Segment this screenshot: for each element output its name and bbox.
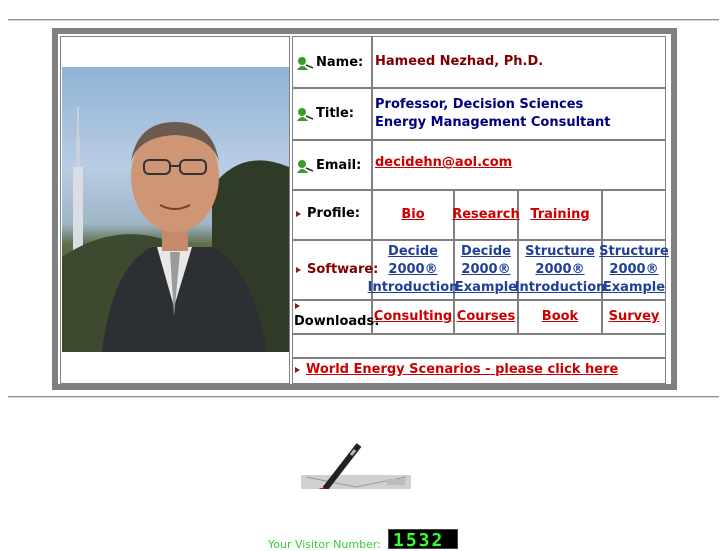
decide-example-link[interactable]: Decide 2000® Example	[454, 240, 518, 300]
visitor-counter: 1532	[388, 529, 458, 551]
red-triangle-bullet-icon	[295, 367, 300, 373]
bio-link[interactable]: Bio	[372, 190, 454, 240]
red-triangle-bullet-icon	[296, 266, 301, 273]
empty-row	[292, 334, 666, 358]
structure-example-link[interactable]: Structure 2000® Example	[599, 240, 669, 300]
profile-label: Profile:	[296, 206, 360, 221]
research-link[interactable]: Research	[452, 190, 520, 240]
portrait-illustration	[62, 107, 289, 352]
green-person-icon	[297, 107, 314, 121]
downloads-label: Downloads:	[294, 314, 380, 329]
red-triangle-bullet-icon	[296, 210, 301, 217]
training-link[interactable]: Training	[518, 190, 602, 240]
software-label: Software:	[296, 262, 378, 277]
title-line-1: Professor, Decision Sciences	[375, 97, 584, 112]
title-value: Professor, Decision Sciences Energy Mana…	[375, 96, 611, 132]
green-person-icon	[297, 159, 314, 173]
courses-link[interactable]: Courses	[454, 300, 518, 334]
title-label: Title:	[296, 106, 354, 121]
pen-signing-icon	[301, 443, 411, 492]
portrait-photo	[62, 67, 289, 352]
title-line-2: Energy Management Consultant	[375, 115, 611, 130]
email-label: Email:	[296, 158, 361, 173]
consulting-link[interactable]: Consulting	[372, 300, 454, 334]
email-link[interactable]: decidehn@aol.com	[375, 155, 512, 170]
bottom-divider	[8, 396, 719, 398]
book-link[interactable]: Book	[518, 300, 602, 334]
visitor-counter-digits: 1532	[393, 530, 445, 551]
top-divider	[8, 19, 719, 21]
empty-cell	[602, 190, 666, 240]
name-label: Name:	[296, 55, 363, 70]
decide-introduction-link[interactable]: Decide 2000® Introduction	[368, 240, 459, 300]
survey-link[interactable]: Survey	[602, 300, 666, 334]
name-value: Hameed Nezhad, Ph.D.	[375, 54, 544, 69]
structure-introduction-link[interactable]: Structure 2000® Introduction	[515, 240, 606, 300]
pen-signing-graphic	[301, 443, 411, 492]
green-person-icon	[297, 56, 314, 70]
world-energy-scenarios-link[interactable]: World Energy Scenarios - please click he…	[306, 362, 618, 377]
red-triangle-bullet-icon	[295, 303, 300, 309]
